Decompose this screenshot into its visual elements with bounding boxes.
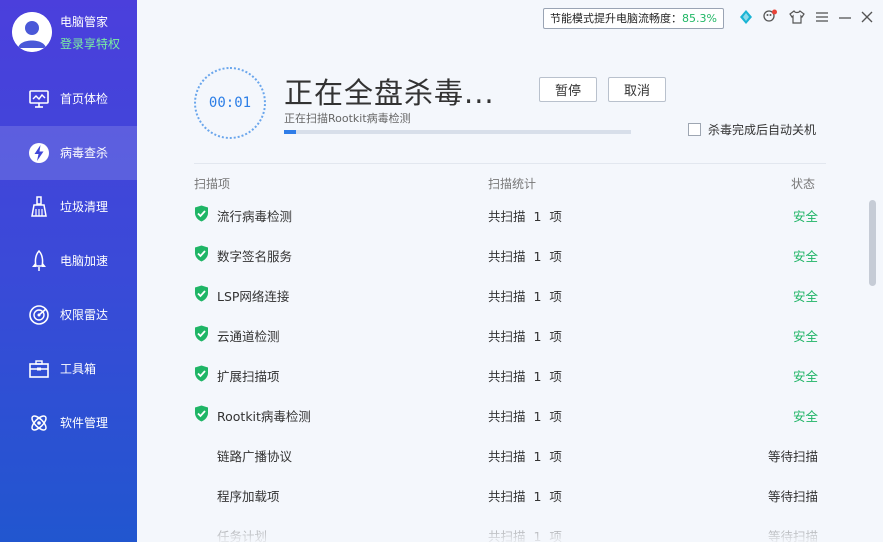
- scan-item-count: 共扫描 1 项: [488, 329, 562, 344]
- table-row: 云通道检测 共扫描 1 项 安全: [194, 321, 824, 361]
- radar-icon: [29, 305, 49, 325]
- profile-name: 电脑管家: [60, 15, 109, 29]
- table-row: 数字签名服务 共扫描 1 项 安全: [194, 241, 824, 281]
- sidebar: 电脑管家 登录享特权 首页体检 病毒查杀 垃圾清理 电脑加速 权限雷达 工具箱 …: [0, 0, 137, 542]
- title-bar: 节能模式提升电脑流畅度：85.3%: [137, 0, 883, 34]
- sidebar-item-software-manager[interactable]: 软件管理: [0, 396, 137, 450]
- scan-item-name: 程序加载项: [217, 489, 280, 504]
- shield-check-icon: [195, 365, 208, 382]
- sidebar-item-junk-clean[interactable]: 垃圾清理: [0, 180, 137, 234]
- table-row: Rootkit病毒检测 共扫描 1 项 安全: [194, 401, 824, 441]
- user-avatar-icon: [12, 12, 52, 52]
- lightning-shield-icon: [29, 143, 49, 163]
- scan-item-count: 共扫描 1 项: [488, 449, 562, 464]
- scan-item-status: 安全: [792, 369, 818, 384]
- table-row: 流行病毒检测 共扫描 1 项 安全: [194, 201, 824, 241]
- table-row: 链路广播协议 共扫描 1 项 等待扫描: [194, 441, 824, 481]
- scan-item-count: 共扫描 1 项: [488, 249, 562, 264]
- broom-icon: [31, 196, 47, 217]
- software-icon: [31, 415, 47, 431]
- shield-check-icon: [195, 285, 208, 302]
- performance-badge[interactable]: 节能模式提升电脑流畅度：85.3%: [543, 8, 724, 29]
- sidebar-item-toolbox[interactable]: 工具箱: [0, 342, 137, 396]
- scan-item-name: Rootkit病毒检测: [217, 409, 311, 424]
- shield-check-icon: [195, 245, 208, 262]
- sidebar-nav: 首页体检 病毒查杀 垃圾清理 电脑加速 权限雷达 工具箱 软件管理: [0, 72, 137, 450]
- sidebar-item-speedup[interactable]: 电脑加速: [0, 234, 137, 288]
- sidebar-item-label: 软件管理: [60, 416, 109, 430]
- table-row: LSP网络连接 共扫描 1 项 安全: [194, 281, 824, 321]
- performance-value: 85.3%: [682, 12, 717, 25]
- scan-item-name: LSP网络连接: [217, 289, 290, 304]
- sidebar-item-label: 垃圾清理: [60, 200, 109, 214]
- scan-item-name: 链路广播协议: [217, 449, 293, 464]
- sidebar-item-permission-radar[interactable]: 权限雷达: [0, 288, 137, 342]
- scan-progress-fill: [284, 130, 297, 134]
- rocket-icon: [32, 250, 46, 271]
- header-scan-stats: 扫描统计: [488, 177, 537, 191]
- sidebar-item-label: 病毒查杀: [60, 146, 109, 160]
- scan-timer: 00:01: [194, 67, 266, 139]
- scan-item-status: 安全: [792, 329, 818, 344]
- sidebar-item-label: 首页体检: [60, 92, 109, 106]
- scan-item-name: 任务计划: [217, 529, 268, 542]
- scan-item-status: 安全: [792, 289, 818, 304]
- tshirt-icon[interactable]: [789, 9, 805, 25]
- scan-item-status: 安全: [792, 409, 818, 424]
- scan-item-status: 等待扫描: [767, 449, 818, 464]
- scan-item-count: 共扫描 1 项: [488, 289, 562, 304]
- pause-button[interactable]: 暂停: [539, 77, 597, 102]
- scan-item-count: 共扫描 1 项: [488, 369, 562, 384]
- avatar[interactable]: [12, 12, 52, 52]
- scrollbar-thumb[interactable]: [869, 200, 876, 286]
- scan-progress-bar: [284, 130, 631, 134]
- shield-check-icon: [195, 325, 208, 342]
- sidebar-item-label: 电脑加速: [60, 254, 109, 268]
- menu-icon[interactable]: [814, 9, 830, 25]
- skin-avatar-icon[interactable]: [762, 9, 778, 25]
- scan-item-count: 共扫描 1 项: [488, 489, 562, 504]
- close-icon[interactable]: [859, 9, 875, 25]
- shield-check-icon: [195, 205, 208, 222]
- sidebar-item-label: 权限雷达: [60, 308, 109, 322]
- auto-shutdown-label: 杀毒完成后自动关机: [708, 123, 817, 137]
- scan-item-name: 流行病毒检测: [217, 209, 293, 224]
- minimize-icon[interactable]: [837, 9, 853, 25]
- toolbox-icon: [29, 360, 49, 378]
- scan-item-status: 安全: [792, 249, 818, 264]
- scan-item-name: 扩展扫描项: [217, 369, 280, 384]
- sidebar-item-virus-scan[interactable]: 病毒查杀: [0, 126, 137, 180]
- auto-shutdown-option[interactable]: 杀毒完成后自动关机: [688, 121, 816, 138]
- auto-shutdown-checkbox[interactable]: [688, 123, 701, 136]
- scan-item-status: 等待扫描: [767, 529, 818, 542]
- scan-item-status: 等待扫描: [767, 489, 818, 504]
- sidebar-item-home-checkup[interactable]: 首页体检: [0, 72, 137, 126]
- scan-title: 正在全盘杀毒...: [284, 76, 495, 110]
- scan-item-name: 云通道检测: [217, 329, 280, 344]
- scan-item-status: 安全: [792, 209, 818, 224]
- header-scan-item: 扫描项: [194, 177, 231, 191]
- scan-subtitle: 正在扫描Rootkit病毒检测: [284, 112, 411, 125]
- diamond-vip-icon[interactable]: [738, 9, 754, 25]
- scan-item-count: 共扫描 1 项: [488, 209, 562, 224]
- header-status: 状态: [791, 177, 816, 191]
- monitor-icon: [29, 90, 49, 108]
- shield-check-icon: [195, 405, 208, 422]
- profile[interactable]: 电脑管家 登录享特权: [0, 0, 137, 64]
- performance-text: 节能模式提升电脑流畅度：: [550, 12, 682, 25]
- scan-item-count: 共扫描 1 项: [488, 409, 562, 424]
- table-row: 任务计划 共扫描 1 项 等待扫描: [194, 521, 824, 542]
- scan-item-count: 共扫描 1 项: [488, 529, 562, 542]
- scan-item-name: 数字签名服务: [217, 249, 293, 264]
- divider: [194, 163, 826, 164]
- sidebar-item-label: 工具箱: [60, 362, 97, 376]
- table-row: 扩展扫描项 共扫描 1 项 安全: [194, 361, 824, 401]
- login-link[interactable]: 登录享特权: [60, 35, 120, 52]
- cancel-button[interactable]: 取消: [608, 77, 666, 102]
- table-row: 程序加载项 共扫描 1 项 等待扫描: [194, 481, 824, 521]
